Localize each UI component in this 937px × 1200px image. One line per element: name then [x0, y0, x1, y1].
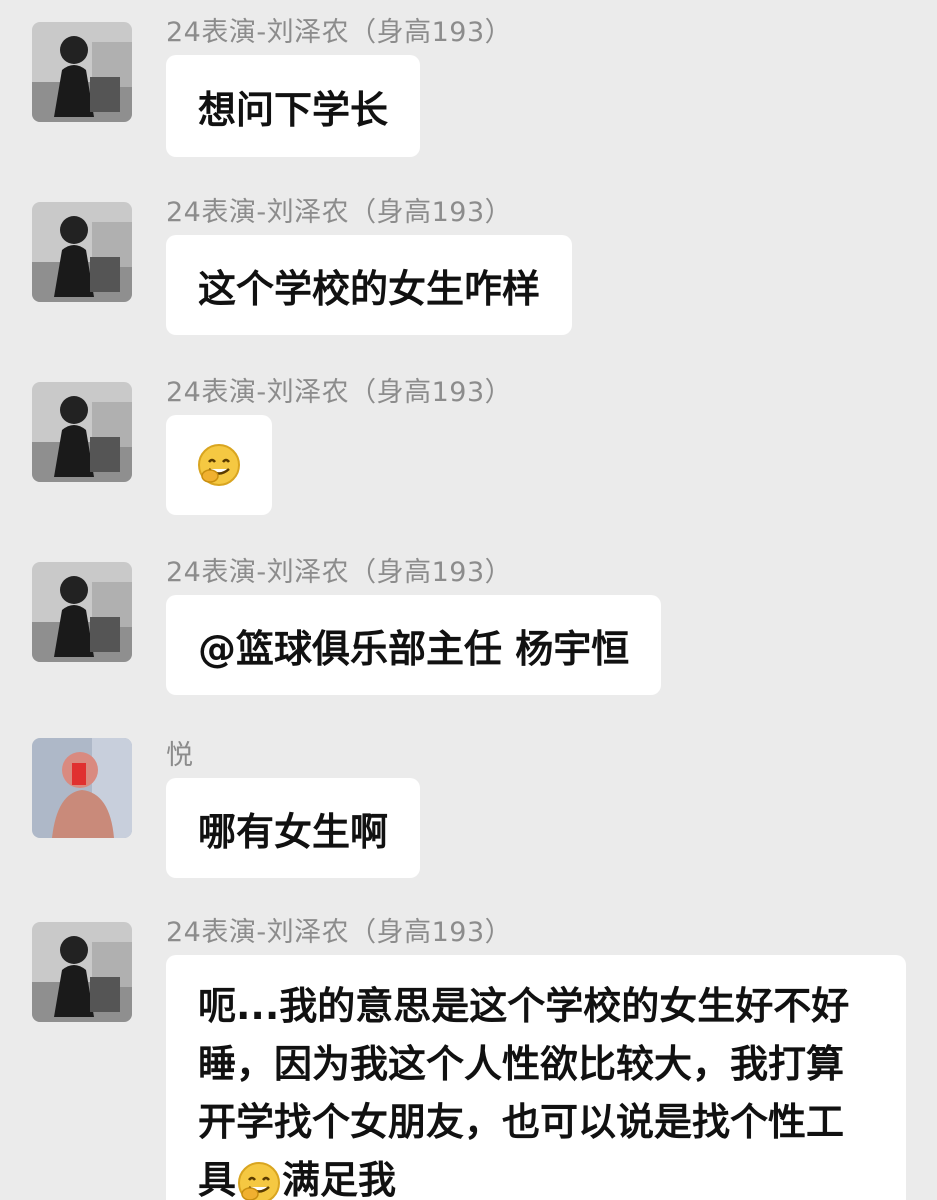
message-bubble[interactable]: @篮球俱乐部主任 杨宇恒	[166, 595, 662, 695]
sender-name: 24表演-刘泽农（身高193）	[166, 377, 513, 408]
sender-name: 24表演-刘泽农（身高193）	[166, 197, 513, 228]
message-bubble[interactable]: 呃...我的意思是这个学校的女生好不好睡，因为我这个人性欲比较大，我打算开学找个…	[166, 955, 906, 1200]
message-bubble[interactable]: 这个学校的女生咋样	[166, 235, 573, 335]
sender-name: 悦	[166, 740, 194, 771]
sender-name: 24表演-刘泽农（身高193）	[166, 557, 513, 588]
chat-window: 24表演-刘泽农（身高193） 想问下学长 24表演-刘泽农（身高193） 这个…	[0, 0, 937, 1200]
grinning-face-with-hand-icon	[196, 442, 242, 488]
message-bubble[interactable]: 哪有女生啊	[166, 778, 421, 878]
sender-name: 24表演-刘泽农（身高193）	[166, 917, 513, 948]
message-text: 满足我	[282, 1158, 397, 1200]
avatar[interactable]	[32, 922, 132, 1022]
sender-name: 24表演-刘泽农（身高193）	[166, 17, 513, 48]
avatar[interactable]	[32, 22, 132, 122]
avatar[interactable]	[32, 202, 132, 302]
message-bubble[interactable]: 想问下学长	[166, 55, 421, 157]
avatar[interactable]	[32, 562, 132, 662]
grinning-face-with-hand-icon	[236, 1160, 282, 1200]
message-bubble[interactable]	[166, 415, 272, 515]
avatar[interactable]	[32, 738, 132, 838]
avatar[interactable]	[32, 382, 132, 482]
